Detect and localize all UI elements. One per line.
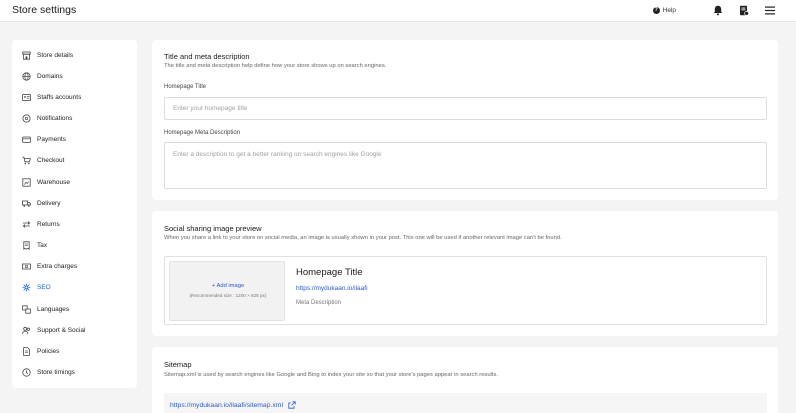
wallet-icon (22, 135, 31, 144)
sidebar-item-label: Store details (37, 51, 74, 59)
sidebar-item-store-details[interactable]: Store details (22, 48, 73, 62)
section-description: The title and meta description help defi… (164, 63, 387, 69)
sidebar-item-label: Warehouse (37, 178, 70, 186)
sidebar-item-store-timings[interactable]: Store timings (22, 365, 75, 379)
external-link-icon[interactable] (288, 401, 296, 409)
sidebar-item-returns[interactable]: Returns (22, 217, 60, 231)
return-arrows-icon (22, 220, 31, 229)
sidebar-item-label: Notifications (37, 114, 73, 122)
help-label: Help (662, 6, 676, 14)
sidebar-item-label: Staffs accounts (37, 93, 82, 101)
receipt-document-icon[interactable] (738, 4, 750, 16)
warehouse-icon (22, 177, 31, 187)
top-actions: ? Help (652, 3, 776, 17)
homepage-title-label: Homepage Title (164, 84, 207, 90)
section-title: Title and meta description (164, 52, 250, 61)
homepage-title-input[interactable] (164, 97, 767, 120)
preview-meta-description: Meta Description (296, 300, 342, 306)
sidebar-item-domains[interactable]: Domains (22, 69, 63, 83)
sidebar-item-label: Returns (37, 220, 60, 228)
translate-icon (22, 304, 31, 314)
recommended-size-note: (Recommended size : 1200 × 628 px) (189, 293, 267, 298)
bell-settings-icon (22, 114, 31, 123)
meta-description-textarea[interactable] (164, 142, 767, 189)
sidebar-item-seo[interactable]: SEO (22, 280, 51, 294)
add-image-button[interactable]: + Add image (170, 283, 286, 289)
sitemap-card: Sitemap Sitemap.xml is used by search en… (152, 347, 778, 413)
social-preview-box: + Add image (Recommended size : 1200 × 6… (164, 256, 767, 325)
clock-icon (22, 367, 31, 377)
people-icon (22, 326, 31, 335)
sidebar-item-payments[interactable]: Payments (22, 132, 66, 146)
sidebar-item-label: Languages (37, 305, 70, 313)
sidebar-item-support-social[interactable]: Support & Social (22, 323, 85, 337)
settings-sidebar: Store details Domains Staffs accounts No… (12, 40, 137, 388)
money-icon (22, 262, 31, 271)
sidebar-item-checkout[interactable]: Checkout (22, 153, 64, 167)
preview-url: https://mydukaan.io/ilaafi (296, 285, 368, 292)
social-preview-card: Social sharing image preview When you sh… (152, 211, 778, 336)
sidebar-item-label: Policies (37, 347, 60, 355)
section-title: Social sharing image preview (164, 224, 262, 233)
globe-icon (22, 71, 31, 81)
bell-icon[interactable] (712, 4, 724, 16)
sidebar-item-notifications[interactable]: Notifications (22, 111, 72, 125)
sidebar-item-delivery[interactable]: Delivery (22, 196, 60, 210)
sidebar-item-label: Tax (37, 241, 48, 249)
sidebar-item-policies[interactable]: Policies (22, 344, 59, 358)
storefront-icon (22, 51, 31, 60)
receipt-icon (22, 240, 31, 250)
top-bar: Store settings ? Help (0, 0, 796, 22)
seo-icon (22, 283, 31, 292)
truck-icon (22, 199, 31, 208)
sidebar-item-label: Domains (37, 72, 63, 80)
id-card-icon (22, 93, 31, 102)
sidebar-item-label: Store timings (37, 368, 75, 376)
sitemap-link[interactable]: https://mydukaan.io/ilaafi/sitemap.xml (170, 402, 283, 409)
help-icon: ? (652, 6, 660, 14)
cart-icon (22, 156, 31, 165)
sidebar-item-tax[interactable]: Tax (22, 238, 47, 252)
sidebar-item-extra-charges[interactable]: Extra charges (22, 259, 77, 273)
section-title: Sitemap (164, 360, 192, 369)
section-description: When you share a link to your store on s… (164, 235, 562, 241)
title-meta-card: Title and meta description The title and… (152, 40, 778, 200)
sitemap-url-box: https://mydukaan.io/ilaafi/sitemap.xml (164, 393, 767, 413)
sidebar-item-label: Support & Social (37, 326, 86, 334)
section-description: Sitemap.xml is used by search engines li… (164, 372, 498, 378)
sidebar-item-label: Checkout (37, 156, 65, 164)
sidebar-item-staffs-accounts[interactable]: Staffs accounts (22, 90, 81, 104)
sidebar-item-label: Extra charges (37, 262, 78, 270)
sidebar-item-label: Delivery (37, 199, 61, 207)
meta-description-label: Homepage Meta Description (164, 130, 241, 136)
sidebar-item-warehouse[interactable]: Warehouse (22, 175, 70, 189)
add-image-dropzone[interactable]: + Add image (Recommended size : 1200 × 6… (169, 261, 285, 321)
document-icon (22, 346, 31, 356)
help-button[interactable]: ? Help (652, 6, 676, 14)
page-title: Store settings (12, 4, 77, 16)
sidebar-item-label: SEO (37, 283, 51, 291)
hamburger-menu-icon[interactable] (764, 4, 776, 16)
preview-title: Homepage Title (296, 267, 363, 278)
sidebar-item-label: Payments (37, 135, 66, 143)
sidebar-item-languages[interactable]: Languages (22, 302, 69, 316)
